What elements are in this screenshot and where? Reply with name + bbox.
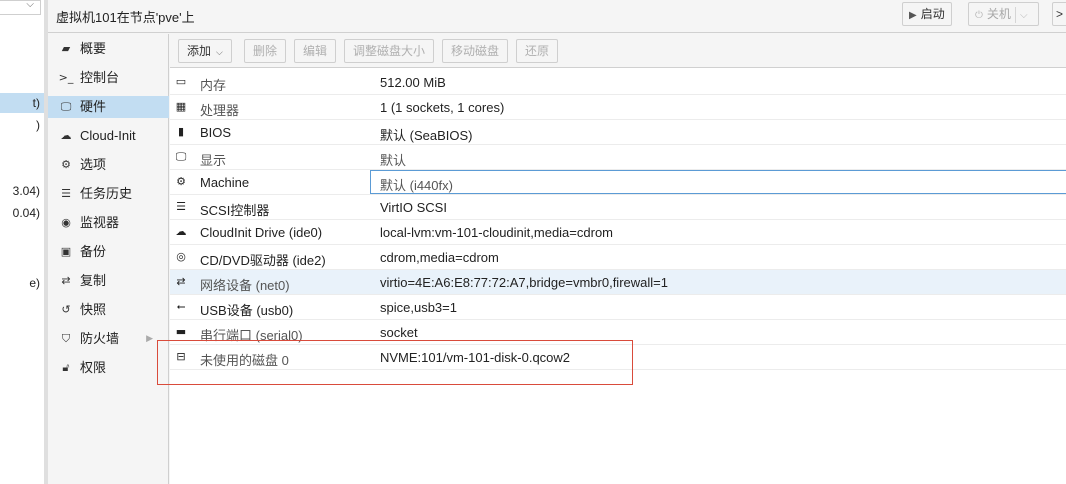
power-icon: ⏻ xyxy=(975,10,983,21)
tree-item[interactable]: ) xyxy=(0,115,44,135)
play-icon: ▶ xyxy=(909,10,917,21)
retweet-icon: ⇄ xyxy=(61,274,71,287)
machine-icon: ⚙ xyxy=(176,175,186,188)
add-button[interactable]: 添加 ⌵ xyxy=(178,39,232,63)
cdrom-icon: ◎ xyxy=(176,250,186,263)
tree-item[interactable]: e) xyxy=(0,273,44,293)
table-row[interactable]: ⚙ Machine 默认 (i440fx) xyxy=(170,170,1066,195)
nav-item-snapshots[interactable]: ↺ 快照 xyxy=(48,299,169,321)
shield-icon: ⛉ xyxy=(61,332,71,345)
display-icon: 🖵 xyxy=(175,150,187,163)
table-row[interactable]: ▭ 内存 512.00 MiB xyxy=(170,70,1066,95)
nav-item-options[interactable]: ⚙ 选项 xyxy=(48,154,169,176)
nav-item-hardware[interactable]: 🖵 硬件 xyxy=(48,96,169,118)
revert-button[interactable]: 还原 xyxy=(516,39,559,63)
nav-item-monitor[interactable]: ◉ 监视器 xyxy=(48,212,169,234)
cpu-icon: ▦ xyxy=(175,100,187,113)
edit-button[interactable]: 编辑 xyxy=(294,39,337,63)
vm-header: 虚拟机101在节点'pve'上 ▶ 启动 ⏻ 关机 ⌵ > xyxy=(48,0,1066,33)
memory-icon: ▭ xyxy=(175,75,187,88)
table-row[interactable]: ☰ SCSI控制器 VirtIO SCSI xyxy=(170,195,1066,220)
hardware-grid: ▭ 内存 512.00 MiB ▦ 处理器 1 (1 sockets, 1 co… xyxy=(170,70,1066,370)
table-row[interactable]: ▮ BIOS 默认 (SeaBIOS) xyxy=(170,120,1066,145)
floppy-icon: ▣ xyxy=(60,245,72,258)
start-button[interactable]: ▶ 启动 xyxy=(902,2,952,26)
chevron-down-icon: ⌵ xyxy=(26,0,34,10)
nav-item-backup[interactable]: ▣ 备份 xyxy=(48,241,169,263)
cloud-icon: ☁ xyxy=(175,225,187,238)
resize-disk-button[interactable]: 调整磁盘大小 xyxy=(344,39,435,63)
unlock-icon: 🔓︎ xyxy=(62,361,70,374)
table-row[interactable]: ⇄ 网络设备 (net0) virtio=4E:A6:E8:77:72:A7,b… xyxy=(170,270,1066,295)
table-row[interactable]: ⭠ USB设备 (usb0) spice,usb3=1 xyxy=(170,295,1066,320)
hardware-toolbar: 添加 ⌵ 删除 编辑 调整磁盘大小 移动磁盘 还原 xyxy=(170,34,1066,68)
serial-icon: ▬ xyxy=(175,325,187,338)
table-row[interactable]: 🖵 显示 默认 xyxy=(170,145,1066,170)
cloud-icon: ☁ xyxy=(60,129,72,142)
hardware-panel: 添加 ⌵ 删除 编辑 调整磁盘大小 移动磁盘 还原 ▭ 内存 512.00 MiB… xyxy=(170,34,1066,484)
terminal-icon: >_ xyxy=(58,71,74,84)
network-icon: ⇄ xyxy=(176,275,186,288)
usb-icon: ⭠ xyxy=(176,300,186,313)
vm-nav: ▰ 概要 >_ 控制台 🖵 硬件 ☁ Cloud-Init ⚙ 选项 ☰ 任务历史 ◉ 监视器… xyxy=(48,34,169,484)
nav-item-console[interactable]: >_ 控制台 xyxy=(48,67,169,89)
table-row[interactable]: ◎ CD/DVD驱动器 (ide2) cdrom,media=cdrom xyxy=(170,245,1066,270)
resource-tree: ⌵ t) ) 3.04) 0.04) e) xyxy=(0,0,44,484)
book-icon: ▰ xyxy=(61,42,71,55)
remove-button[interactable]: 删除 xyxy=(244,39,287,63)
database-icon: ☰ xyxy=(176,200,186,213)
nav-item-summary[interactable]: ▰ 概要 xyxy=(48,38,169,60)
nav-item-permissions[interactable]: 🔓︎ 权限 xyxy=(48,357,169,379)
history-icon: ↺ xyxy=(61,303,71,316)
view-selector[interactable]: ⌵ xyxy=(0,0,41,15)
move-disk-button[interactable]: 移动磁盘 xyxy=(442,39,509,63)
annotation-highlight-box xyxy=(157,340,633,385)
page-title: 虚拟机101在节点'pve'上 xyxy=(56,10,195,25)
nav-item-replication[interactable]: ⇄ 复制 xyxy=(48,270,169,292)
tree-item[interactable]: 0.04) xyxy=(0,203,44,223)
bios-icon: ▮ xyxy=(177,125,185,138)
expand-arrow-icon: ▶ xyxy=(146,334,153,344)
monitor-icon: 🖵 xyxy=(60,100,72,113)
table-row[interactable]: ☁ CloudInit Drive (ide0) local-lvm:vm-10… xyxy=(170,220,1066,245)
shutdown-button[interactable]: ⏻ 关机 ⌵ xyxy=(968,2,1039,26)
chevron-down-icon: ⌵ xyxy=(1019,10,1028,21)
more-button[interactable]: > xyxy=(1052,2,1066,26)
tree-item[interactable]: t) xyxy=(0,93,44,113)
eye-icon: ◉ xyxy=(61,216,71,229)
nav-item-task-history[interactable]: ☰ 任务历史 xyxy=(48,183,169,205)
nav-item-cloud-init[interactable]: ☁ Cloud-Init xyxy=(48,125,169,147)
nav-item-firewall[interactable]: ⛉ 防火墙 ▶ xyxy=(48,328,169,350)
tree-item[interactable]: 3.04) xyxy=(0,181,44,201)
table-row[interactable]: ▦ 处理器 1 (1 sockets, 1 cores) xyxy=(170,95,1066,120)
chevron-down-icon: ⌵ xyxy=(216,48,223,58)
list-icon: ☰ xyxy=(61,187,71,200)
gear-icon: ⚙ xyxy=(61,158,71,171)
